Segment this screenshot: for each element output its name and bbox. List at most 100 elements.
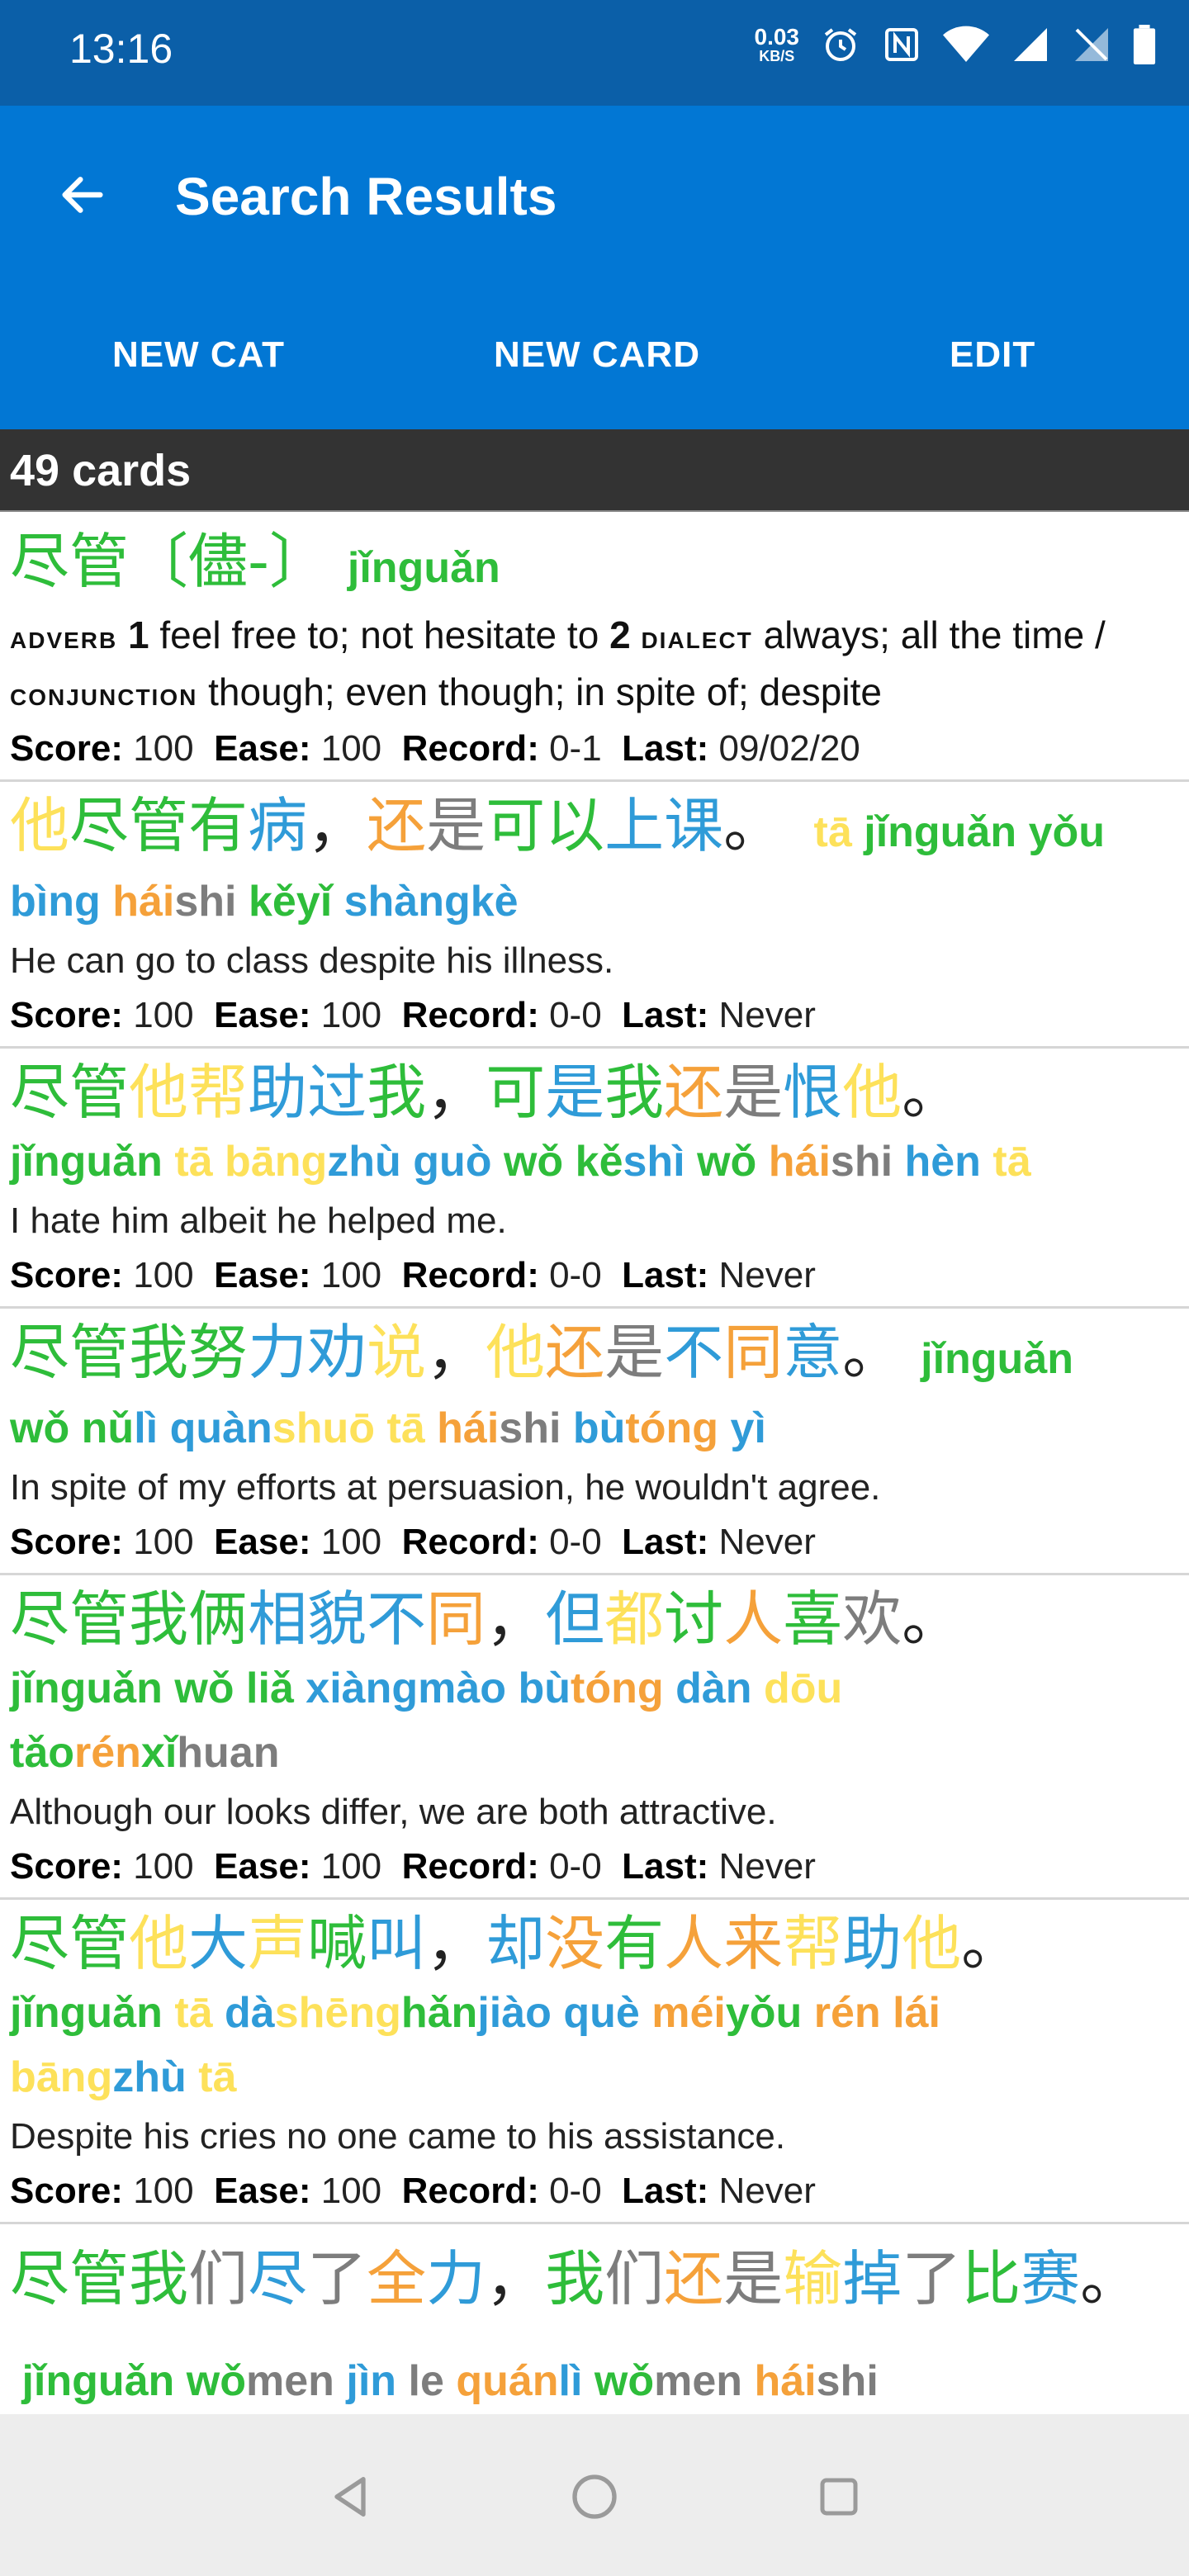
hanzi-char: 可 [486, 1058, 546, 1127]
record-label: Record: [401, 1522, 539, 1562]
card-translation: Despite his cries no one came to his ass… [10, 2116, 786, 2157]
nav-recents-button[interactable] [806, 2464, 872, 2530]
card-pinyin: jǐnguǎn [347, 544, 500, 592]
hanzi-char: ， [307, 791, 367, 860]
score-value: 100 [133, 995, 194, 1035]
nav-home-button[interactable] [561, 2464, 628, 2530]
hanzi-char: 我 [367, 1058, 427, 1127]
separator: / [1094, 613, 1106, 656]
score-value: 100 [133, 1522, 194, 1562]
alarm-icon [824, 28, 857, 61]
net-speed-unit: KB/S [759, 48, 795, 64]
net-speed-value: 0.03 [754, 24, 800, 50]
pinyin-syllable: hái [768, 1138, 831, 1186]
card-sentence[interactable]: 尽管他帮助过我，可是我还是恨他。 jǐnguǎn tā bāngzhù guò … [0, 1049, 1189, 1309]
card-entry-main[interactable]: 尽管〔儘-〕 jǐnguǎn adverb 1 feel free to; no… [0, 515, 1189, 782]
new-card-button[interactable]: NEW CARD [494, 314, 700, 396]
record-value: 0-0 [549, 2171, 602, 2211]
card-sentence[interactable]: 尽管我努力劝说，他还是不同意。 jǐnguǎn wǒ nǔlì quànshuō… [0, 1309, 1189, 1575]
hanzi-char: 他 [486, 1318, 546, 1387]
hanzi-char: 全 [367, 2244, 427, 2313]
card-translation: In spite of my efforts at persuasion, he… [10, 1467, 881, 1508]
pinyin-syllable: zhù [112, 2053, 187, 2101]
card-sentence[interactable]: 尽管我们尽了全力，我们还是输掉了比赛。 jǐnguǎn wǒmen jìn le… [0, 2224, 1189, 2414]
hanzi-char: ， [426, 1318, 486, 1387]
card-pinyin-inline: tā jǐnguǎn yǒu [802, 808, 1105, 856]
hanzi-char: 有 [604, 1909, 665, 1978]
card-translation: He can go to class despite his illness. [10, 940, 614, 981]
record-label: Record: [401, 995, 539, 1035]
pinyin-syllable: kě [575, 1138, 623, 1186]
nav-recents-icon [820, 2478, 858, 2516]
hanzi-char: 。 [902, 1058, 962, 1127]
hanzi-char: 还 [664, 2244, 724, 2313]
hanzi-char: 掉 [842, 2244, 902, 2313]
record-value: 0-0 [549, 1522, 602, 1562]
last-label: Last: [622, 2171, 709, 2211]
hanzi-char: 同 [426, 1584, 486, 1654]
back-button[interactable] [50, 162, 116, 228]
pinyin-syllable: jǐnguǎn [921, 1335, 1073, 1383]
hanzi-char: 人 [723, 1584, 784, 1654]
card-hanzi: 尽管我俩相貌不同，但都讨人喜欢。 [10, 1582, 1179, 1656]
hanzi-char: ， [486, 2244, 546, 2313]
hanzi-char: 不 [664, 1318, 724, 1387]
usage-tag: dialect [641, 619, 753, 656]
pinyin-syllable: tā [813, 808, 852, 856]
pinyin-syllable: yì [730, 1404, 766, 1452]
hanzi-char: 相 [248, 1584, 308, 1654]
hanzi-char: 叫 [367, 1909, 427, 1978]
pinyin-syllable: men [246, 2357, 334, 2405]
new-cat-button[interactable]: NEW CAT [112, 314, 285, 396]
hanzi-char: 以 [545, 791, 605, 860]
card-sentence[interactable]: 尽管我俩相貌不同，但都讨人喜欢。 jǐnguǎn wǒ liǎ xiàngmào… [0, 1575, 1189, 1900]
hanzi-char: 管 [69, 1584, 130, 1654]
pinyin-syllable: shēng [274, 1989, 401, 2037]
hanzi-char: 帮 [783, 1909, 843, 1978]
card-sentence[interactable]: 尽管他大声喊叫，却没有人来帮助他。 jǐnguǎn tā dàshēnghǎnj… [0, 1900, 1189, 2224]
hanzi-char: 俩 [188, 1584, 249, 1654]
record-value: 0-0 [549, 1846, 602, 1887]
hanzi-char: 声 [248, 1909, 308, 1978]
card-list[interactable]: 尽管〔儘-〕 jǐnguǎn adverb 1 feel free to; no… [0, 515, 1189, 2414]
hanzi-char: 我 [129, 2244, 189, 2313]
last-value: Never [718, 2171, 816, 2211]
hanzi-char: 努 [188, 1318, 249, 1387]
last-label: Last: [622, 1255, 709, 1295]
pinyin-syllable: shi [174, 878, 237, 926]
hanzi-char: 上 [604, 791, 665, 860]
card-translation: I hate him albeit he helped me. [10, 1200, 507, 1241]
card-pinyin: wǒ nǔlì quànshuō tā háishi bùtóng yì [10, 1396, 1179, 1461]
hanzi-char: 尽 [10, 1909, 70, 1978]
hanzi-char: ， [426, 1058, 486, 1127]
pinyin-syllable: guò [413, 1138, 492, 1186]
card-hanzi: 尽管他帮助过我，可是我还是恨他。 [10, 1055, 1179, 1129]
card-hanzi: 他尽管有病，还是可以上课。 tā jǐnguǎn yǒu [10, 788, 1179, 869]
score-label: Score: [10, 1522, 123, 1562]
pinyin-syllable: jìn [346, 2357, 397, 2405]
card-count: 49 cards [0, 429, 1189, 512]
pinyin-syllable: wǒ [697, 1138, 757, 1186]
card-traditional: 〔儘-〕 [129, 527, 329, 596]
last-label: Last: [622, 728, 709, 769]
card-hanzi: 尽管我们尽了全力，我们还是输掉了比赛。 jǐnguǎn wǒmen jìn le… [10, 2231, 1179, 2414]
hanzi-char: 们 [604, 2244, 665, 2313]
pinyin-syllable: shì [623, 1138, 685, 1186]
hanzi-char: 助 [248, 1058, 308, 1127]
ease-label: Ease: [214, 1846, 311, 1887]
sense-text: always; all the time [763, 613, 1085, 656]
score-value: 100 [133, 728, 194, 769]
pinyin-syllable: dà [225, 1989, 275, 2037]
pinyin-syllable: lì [134, 1404, 159, 1452]
hanzi-char: 恨 [783, 1058, 843, 1127]
pinyin-syllable: tā [174, 1989, 213, 2037]
hanzi-char: ， [426, 1909, 486, 1978]
sense-text: feel free to; not hesitate to [159, 613, 599, 656]
nav-back-button[interactable] [317, 2464, 383, 2530]
pinyin-syllable: nǔ [81, 1404, 135, 1452]
hanzi-char: 还 [664, 1058, 724, 1127]
pinyin-syllable: liǎ [246, 1664, 294, 1712]
card-sentence[interactable]: 他尽管有病，还是可以上课。 tā jǐnguǎn yǒu bìng háishi… [0, 782, 1189, 1049]
hanzi-char: 不 [367, 1584, 427, 1654]
edit-button[interactable]: EDIT [950, 314, 1035, 396]
